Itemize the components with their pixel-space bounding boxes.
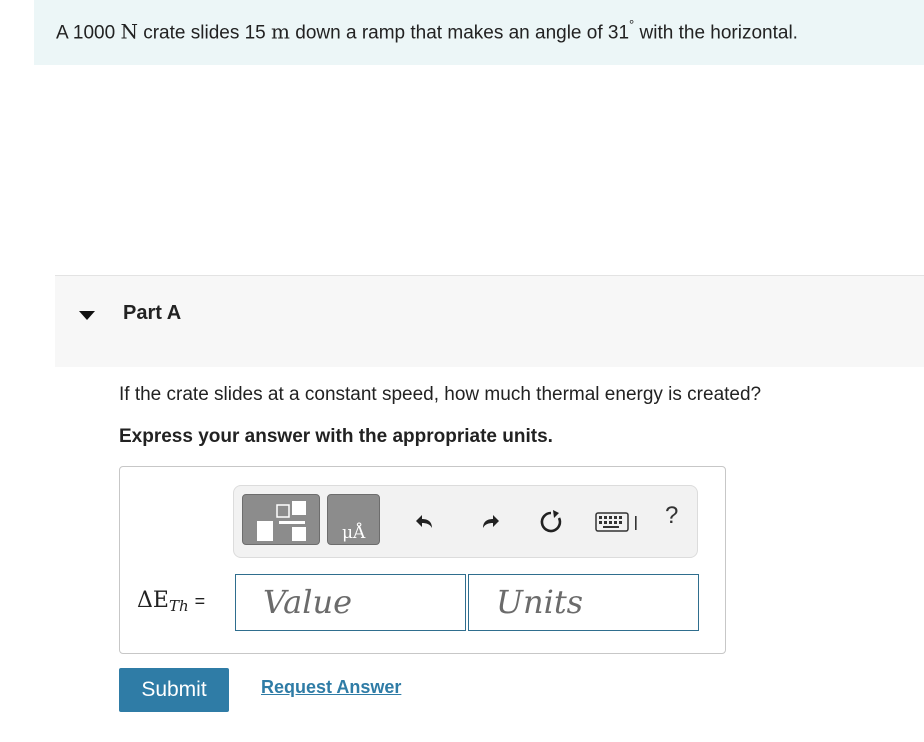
help-icon[interactable]: ? — [665, 502, 678, 530]
units-button[interactable]: μÅ — [327, 494, 380, 545]
part-title: Part A — [123, 302, 182, 324]
problem-text-4: with the horizontal. — [634, 22, 798, 44]
units-icon: μÅ — [342, 523, 366, 543]
value-placeholder: Value — [263, 583, 353, 621]
question-text: If the crate slides at a constant speed,… — [119, 384, 762, 405]
math-toolbar: μÅ ? — [233, 485, 698, 558]
equals-sign: = — [194, 591, 206, 611]
problem-statement: A 1000 N crate slides 15 m down a ramp t… — [56, 17, 798, 44]
reset-icon[interactable] — [537, 508, 565, 536]
units-placeholder: Units — [496, 583, 584, 621]
request-answer-link[interactable]: Request Answer — [261, 677, 401, 698]
problem-statement-banner: A 1000 N crate slides 15 m down a ramp t… — [34, 0, 924, 65]
degree-symbol: ° — [629, 17, 635, 32]
answer-area: μÅ ? ΔETh = Value Units — [119, 466, 726, 654]
collapse-caret-icon[interactable] — [79, 311, 95, 320]
units-input[interactable]: Units — [468, 574, 699, 631]
templates-icon — [257, 501, 306, 541]
value-input[interactable]: Value — [235, 574, 466, 631]
unit-meter: m — [271, 19, 290, 44]
unit-newton: N — [120, 19, 138, 44]
variable-symbol: ΔE — [137, 588, 169, 613]
keyboard-icon[interactable] — [594, 508, 642, 536]
variable-subscript: Th — [168, 597, 189, 615]
part-a-header[interactable]: Part A — [55, 275, 924, 367]
problem-text-2: crate slides 15 — [137, 22, 272, 44]
submit-button[interactable]: Submit — [119, 668, 229, 712]
instruction-text: Express your answer with the appropriate… — [119, 426, 553, 447]
templates-button[interactable] — [242, 494, 320, 545]
undo-icon[interactable] — [411, 508, 439, 536]
problem-text-1: A 1000 — [56, 22, 121, 44]
answer-variable-label: ΔETh = — [137, 588, 206, 615]
redo-icon[interactable] — [476, 508, 504, 536]
problem-text-3: down a ramp that makes an angle of 31 — [290, 22, 630, 44]
